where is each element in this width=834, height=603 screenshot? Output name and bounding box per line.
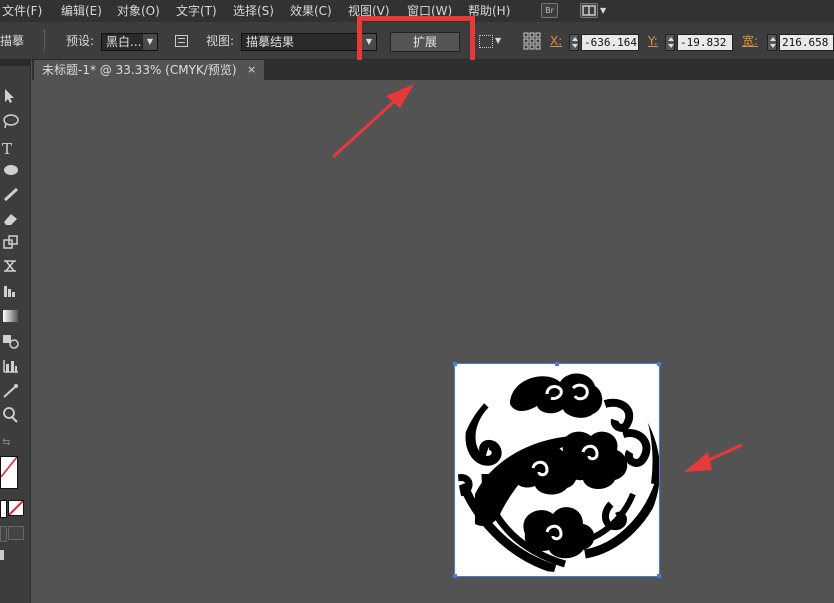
annotation-arrows [331, 84, 743, 472]
annotation-arrow [684, 443, 743, 472]
annotation-arrow [331, 84, 414, 159]
